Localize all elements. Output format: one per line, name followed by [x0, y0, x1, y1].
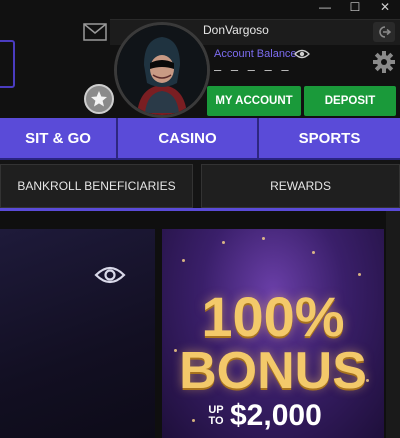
- header: DonVargoso Account Balance – – – – – MY …: [0, 0, 400, 118]
- promo-upto: UP TO: [208, 404, 224, 427]
- sub-nav: BANKROLL BENEFICIARIES REWARDS: [0, 164, 400, 208]
- account-balance-label: Account Balance: [214, 48, 297, 60]
- left-panel-edge[interactable]: [0, 40, 15, 88]
- promo-bonus: BONUS: [179, 342, 367, 400]
- scrollbar[interactable]: [386, 211, 400, 438]
- window-controls: — ☐ ✕: [310, 0, 400, 14]
- sparkle: [358, 273, 361, 276]
- tab-sit-and-go[interactable]: SIT & GO: [0, 118, 118, 158]
- content-area: 100% BONUS UP TO $2,000: [0, 211, 400, 438]
- tab-casino[interactable]: CASINO: [118, 118, 259, 158]
- reveal-button[interactable]: [94, 263, 126, 292]
- sparkle: [262, 237, 265, 240]
- maximize-button[interactable]: ☐: [340, 0, 370, 14]
- settings-button[interactable]: [372, 50, 396, 79]
- minimize-button[interactable]: —: [310, 0, 340, 14]
- promo-percent: 100%: [201, 285, 345, 348]
- sparkle: [222, 241, 225, 244]
- deposit-button[interactable]: DEPOSIT: [304, 86, 396, 116]
- sparkle: [182, 259, 185, 262]
- hidden-content-panel[interactable]: [0, 229, 155, 438]
- vip-star-badge[interactable]: [84, 84, 114, 114]
- my-account-button[interactable]: MY ACCOUNT: [207, 86, 301, 116]
- eye-icon: [294, 49, 310, 59]
- tab-rewards[interactable]: REWARDS: [201, 164, 400, 208]
- mail-button[interactable]: [80, 20, 110, 44]
- promo-amount: $2,000: [230, 399, 322, 432]
- eye-icon: [94, 266, 126, 284]
- account-balance-value: – – – – –: [214, 62, 292, 77]
- sparkle: [312, 251, 315, 254]
- mail-icon: [83, 23, 107, 41]
- sparkle: [192, 419, 195, 422]
- gear-icon: [373, 51, 395, 73]
- tab-sports[interactable]: SPORTS: [259, 118, 400, 158]
- avatar[interactable]: [114, 22, 210, 118]
- bonus-promo-banner[interactable]: 100% BONUS UP TO $2,000: [162, 229, 384, 438]
- logout-button[interactable]: [373, 22, 395, 42]
- close-button[interactable]: ✕: [370, 0, 400, 14]
- toggle-balance-button[interactable]: [294, 47, 310, 65]
- logout-icon: [379, 26, 391, 38]
- tab-bankroll-beneficiaries[interactable]: BANKROLL BENEFICIARIES: [0, 164, 194, 208]
- avatar-image: [117, 25, 207, 115]
- star-icon: [91, 91, 107, 107]
- main-nav: SIT & GO CASINO SPORTS: [0, 118, 400, 160]
- username: DonVargoso: [203, 23, 269, 37]
- promo-amount-row: UP TO $2,000: [206, 399, 322, 432]
